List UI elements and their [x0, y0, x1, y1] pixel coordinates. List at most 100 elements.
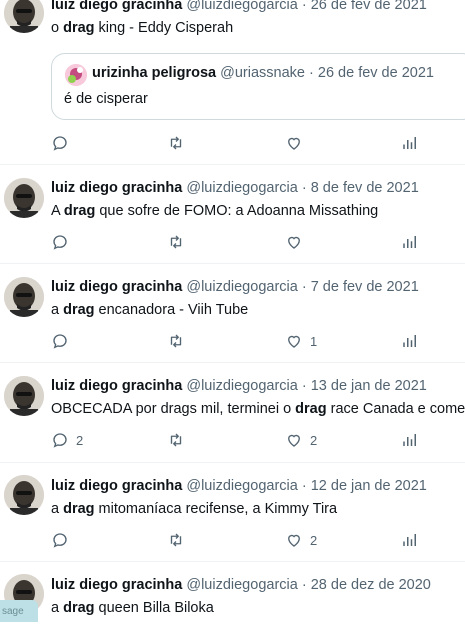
like-icon	[288, 335, 300, 348]
tweet-text: a drag queen Billa Biloka	[51, 598, 465, 618]
tweet-header: luiz diego gracinha @luizdiegogarcia · 2…	[51, 576, 465, 595]
separator: ·	[301, 378, 307, 394]
analytics-button[interactable]	[401, 430, 419, 450]
avatar[interactable]	[4, 277, 44, 317]
tweet[interactable]: luiz diego gracinha @luizdiegogarcia · 2…	[0, 0, 465, 165]
tweet-date[interactable]: 28 de dez de 2020	[311, 577, 431, 593]
tweet-header: luiz diego gracinha @luizdiegogarcia · 1…	[51, 377, 465, 396]
like-icon	[288, 137, 300, 150]
reply-icon	[53, 136, 67, 151]
avatar[interactable]	[4, 178, 44, 218]
separator: ·	[301, 279, 307, 295]
tweet[interactable]: luiz diego gracinha @luizdiegogarcia · 1…	[0, 463, 465, 562]
highlight-term: drag	[63, 501, 95, 517]
author-handle[interactable]: @luizdiegogarcia	[186, 378, 297, 394]
avatar[interactable]	[4, 376, 44, 416]
separator: ·	[301, 478, 307, 494]
author-name[interactable]: luiz diego gracinha	[51, 180, 182, 196]
like-button[interactable]: 1	[285, 331, 317, 351]
retweet-icon	[170, 136, 182, 150]
text-part: que sofre de FOMO: a Adoanna Missathing	[95, 203, 379, 219]
quote-text: é de cisperar	[64, 91, 148, 107]
separator: ·	[301, 0, 307, 13]
tweet-actions	[51, 133, 421, 153]
quote-author-name[interactable]: urizinha peligrosa	[92, 65, 216, 81]
author-name[interactable]: luiz diego gracinha	[51, 478, 182, 494]
like-button[interactable]	[285, 133, 310, 153]
tweet-text: o drag king - Eddy Cisperah	[51, 18, 465, 38]
quote-tweet[interactable]: urizinha peligrosa @uriassnake · 26 de f…	[51, 53, 465, 120]
analytics-button[interactable]	[401, 530, 419, 550]
quote-date[interactable]: 26 de fev de 2021	[318, 65, 434, 81]
tweet-actions: 1	[51, 331, 421, 351]
like-button[interactable]: 2	[285, 530, 317, 550]
tweet-date[interactable]: 26 de fev de 2021	[311, 0, 427, 13]
retweet-button[interactable]	[167, 331, 192, 351]
retweet-icon	[170, 334, 182, 348]
retweet-button[interactable]	[167, 530, 192, 550]
tweet-date[interactable]: 8 de fev de 2021	[311, 180, 419, 196]
analytics-icon	[403, 236, 416, 248]
like-icon	[288, 434, 300, 447]
tweet[interactable]: luiz diego gracinha @luizdiegogarcia · 2…	[0, 562, 465, 624]
analytics-button[interactable]	[401, 232, 419, 252]
timeline: luiz diego gracinha @luizdiegogarcia · 2…	[0, 0, 465, 624]
text-part: queen Billa Biloka	[94, 600, 214, 616]
tweet-header: luiz diego gracinha @luizdiegogarcia · 2…	[51, 0, 465, 15]
reply-button[interactable]: 2	[51, 430, 83, 450]
highlight-term: drag	[63, 203, 96, 219]
tweet-date[interactable]: 12 de jan de 2021	[311, 478, 427, 494]
tweet-actions: 2	[51, 530, 421, 550]
retweet-button[interactable]	[167, 232, 192, 252]
highlight-term: drag	[63, 302, 95, 318]
highlight-term: drag	[63, 20, 95, 36]
analytics-icon	[403, 335, 416, 347]
like-icon	[288, 236, 300, 249]
like-count: 2	[310, 432, 318, 448]
author-name[interactable]: luiz diego gracinha	[51, 279, 182, 295]
text-part: o	[51, 20, 64, 36]
tweet-actions: 2 2	[51, 430, 421, 450]
like-button[interactable]	[285, 232, 310, 252]
text-part: a	[51, 302, 64, 318]
analytics-icon	[403, 434, 416, 446]
reply-button[interactable]	[51, 133, 76, 153]
reply-button[interactable]	[51, 232, 76, 252]
reply-icon	[53, 433, 67, 448]
author-handle[interactable]: @luizdiegogarcia	[186, 180, 297, 196]
author-handle[interactable]: @luizdiegogarcia	[186, 577, 297, 593]
avatar[interactable]	[4, 475, 44, 515]
reply-button[interactable]	[51, 530, 76, 550]
tweet-actions	[51, 232, 421, 252]
author-handle[interactable]: @luizdiegogarcia	[186, 0, 297, 13]
author-handle[interactable]: @luizdiegogarcia	[186, 478, 297, 494]
tweet-date[interactable]: 7 de fev de 2021	[311, 279, 419, 295]
tweet[interactable]: luiz diego gracinha @luizdiegogarcia · 7…	[0, 264, 465, 363]
like-button[interactable]: 2	[285, 430, 317, 450]
analytics-button[interactable]	[401, 133, 419, 153]
quote-avatar	[65, 64, 87, 86]
retweet-icon	[170, 235, 182, 249]
quote-header: urizinha peligrosa @uriassnake · 26 de f…	[92, 65, 434, 81]
analytics-icon	[403, 534, 416, 546]
analytics-button[interactable]	[401, 331, 419, 351]
tweet-text: OBCECADA por drags mil, terminei o drag …	[51, 399, 465, 419]
reply-button[interactable]	[51, 331, 76, 351]
tweet[interactable]: luiz diego gracinha @luizdiegogarcia · 8…	[0, 165, 465, 264]
retweet-button[interactable]	[167, 430, 192, 450]
analytics-icon	[403, 137, 416, 149]
author-name[interactable]: luiz diego gracinha	[51, 577, 182, 593]
author-handle[interactable]: @luizdiegogarcia	[186, 279, 297, 295]
tweet-date[interactable]: 13 de jan de 2021	[311, 378, 427, 394]
overlay-chip[interactable]: sage	[0, 600, 38, 622]
author-name[interactable]: luiz diego gracinha	[51, 378, 182, 394]
author-name[interactable]: luiz diego gracinha	[51, 0, 182, 13]
quote-author-handle[interactable]: @uriassnake	[220, 65, 305, 81]
highlight-term: drag	[295, 401, 327, 417]
retweet-button[interactable]	[167, 133, 192, 153]
retweet-icon	[170, 433, 182, 447]
tweet[interactable]: luiz diego gracinha @luizdiegogarcia · 1…	[0, 363, 465, 463]
like-icon	[288, 534, 300, 547]
avatar[interactable]	[4, 0, 44, 33]
text-part: race Canada e come	[326, 401, 465, 417]
